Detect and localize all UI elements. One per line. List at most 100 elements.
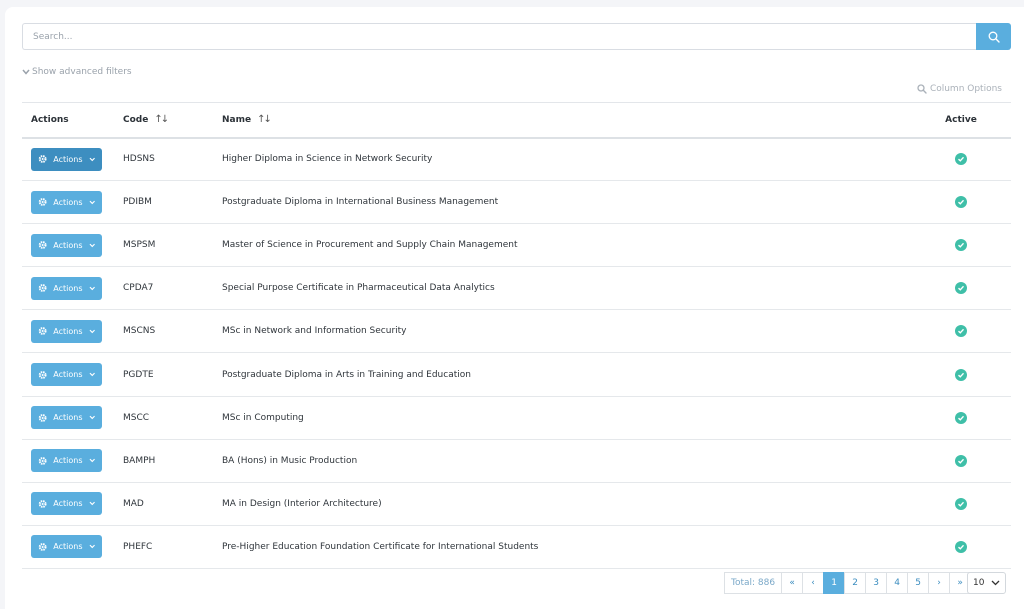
header-actions: Actions <box>31 114 69 125</box>
code-cell: PHEFC <box>123 541 153 552</box>
chevron-down-icon <box>89 458 95 463</box>
code-cell: HDSNS <box>123 154 155 165</box>
actions-cell: Actions <box>22 138 123 181</box>
actions-cell: Actions <box>22 181 123 224</box>
programmes-table: Actions Code ↑↓ Name ↑↓ Active Actions HDSN… <box>22 102 1011 569</box>
name-cell: Special Purpose Certificate in Pharmaceu… <box>222 283 495 294</box>
table-row: Actions PGDTE Postgraduate Diploma in Arts… <box>22 353 1011 397</box>
active-cell <box>911 353 1011 396</box>
chevron-down-icon <box>89 545 95 549</box>
actions-cell: Actions <box>22 310 123 353</box>
column-options-button[interactable]: Column Options <box>917 84 1002 94</box>
row-actions-label: Actions <box>53 154 83 164</box>
actions-cell: Actions <box>22 353 123 396</box>
code-cell: PDIBM <box>123 197 152 208</box>
row-actions-button[interactable]: Actions <box>31 406 102 430</box>
row-actions-button[interactable]: Actions <box>31 492 102 516</box>
row-actions-button[interactable]: Actions <box>31 319 102 343</box>
active-cell <box>911 267 1011 310</box>
active-cell <box>911 396 1011 439</box>
search-bar <box>22 23 1011 50</box>
page-button-2[interactable]: 2 <box>844 572 867 594</box>
per-page-select[interactable]: 10 <box>967 572 1006 594</box>
row-actions-button[interactable]: Actions <box>31 147 102 171</box>
row-actions-button[interactable]: Actions <box>31 190 102 214</box>
gear-icon <box>38 327 47 336</box>
page-button-4[interactable]: 4 <box>886 572 909 594</box>
chevron-down-icon <box>89 200 95 204</box>
search-input[interactable] <box>22 23 976 50</box>
row-actions-label: Actions <box>53 456 83 466</box>
gear-icon <box>38 542 47 551</box>
row-actions-label: Actions <box>53 197 83 207</box>
page-button-5[interactable]: 5 <box>907 572 930 594</box>
name-cell: Pre-Higher Education Foundation Certific… <box>222 541 539 552</box>
header-name[interactable]: Name ↑↓ <box>222 103 911 138</box>
search-icon <box>988 31 1000 43</box>
sort-icon[interactable]: ↑↓ <box>257 114 272 125</box>
table-header-row: Actions Code ↑↓ Name ↑↓ Active <box>22 102 1011 138</box>
per-page-value: 10 <box>973 578 985 588</box>
check-circle-icon <box>955 325 967 338</box>
name-cell: MA in Design (Interior Architecture) <box>222 498 382 509</box>
show-advanced-filters-link[interactable]: Show advanced filters <box>22 67 132 77</box>
chevron-down-icon <box>991 580 1000 586</box>
next-page-button[interactable]: › <box>928 572 951 594</box>
sort-icon[interactable]: ↑↓ <box>154 114 169 125</box>
check-circle-icon <box>955 239 967 252</box>
check-circle-icon <box>955 282 967 295</box>
row-actions-button[interactable]: Actions <box>31 276 102 300</box>
gear-icon <box>38 198 47 207</box>
name-cell: Postgraduate Diploma in International Bu… <box>222 197 499 208</box>
search-button[interactable] <box>976 23 1011 50</box>
row-actions-label: Actions <box>53 283 83 293</box>
header-code[interactable]: Code ↑↓ <box>123 103 222 138</box>
first-page-button[interactable]: « <box>781 572 804 594</box>
header-active: Active <box>945 114 977 125</box>
actions-cell: Actions <box>22 482 123 525</box>
active-cell <box>911 181 1011 224</box>
table-row: Actions MAD MA in Design (Interior Archite… <box>22 482 1011 526</box>
row-actions-button[interactable]: Actions <box>31 449 102 473</box>
table-row: Actions MSCNS MSc in Network and Informati… <box>22 310 1011 353</box>
actions-cell: Actions <box>22 396 123 439</box>
column-options-label: Column Options <box>929 84 1002 94</box>
row-actions-button[interactable]: Actions <box>31 233 102 257</box>
row-actions-label: Actions <box>53 370 83 380</box>
name-cell: MSc in Network and Information Security <box>222 326 407 337</box>
check-circle-icon <box>955 454 967 467</box>
table-row: Actions CPDA7 Special Purpose Certificate … <box>22 267 1011 310</box>
code-cell: CPDA7 <box>123 283 154 294</box>
check-circle-icon <box>955 540 967 553</box>
actions-cell: Actions <box>22 224 123 267</box>
row-actions-label: Actions <box>53 413 83 423</box>
chevron-down-icon <box>89 372 95 377</box>
gear-icon <box>38 413 47 422</box>
page-button-3[interactable]: 3 <box>865 572 888 594</box>
prev-page-button[interactable]: ‹ <box>802 572 825 594</box>
table-row: Actions MSPSM Master of Science in Procure… <box>22 224 1011 267</box>
search-icon <box>917 84 927 94</box>
name-cell: BA (Hons) in Music Production <box>222 455 358 466</box>
table-row: Actions BAMPH BA (Hons) in Music Productio… <box>22 439 1011 483</box>
name-cell: Higher Diploma in Science in Network Sec… <box>222 154 433 165</box>
pagination: Total: 886 « ‹ 1 2 3 4 5 › » <box>724 572 972 594</box>
check-circle-icon <box>955 368 967 381</box>
name-cell: MSc in Computing <box>222 412 304 423</box>
row-actions-label: Actions <box>53 499 83 509</box>
active-cell <box>911 138 1011 181</box>
check-circle-icon <box>955 153 967 166</box>
row-actions-label: Actions <box>53 542 83 552</box>
active-cell <box>911 482 1011 525</box>
gear-icon <box>38 155 47 164</box>
check-circle-icon <box>955 196 967 209</box>
page-button-1[interactable]: 1 <box>823 572 846 594</box>
row-actions-button[interactable]: Actions <box>31 363 102 387</box>
gear-icon <box>38 284 47 293</box>
active-cell <box>911 224 1011 267</box>
row-actions-button[interactable]: Actions <box>31 535 102 559</box>
table-row: Actions HDSNS Higher Diploma in Science in… <box>22 138 1011 181</box>
actions-cell: Actions <box>22 267 123 310</box>
active-cell <box>911 525 1011 568</box>
gear-icon <box>38 241 47 250</box>
